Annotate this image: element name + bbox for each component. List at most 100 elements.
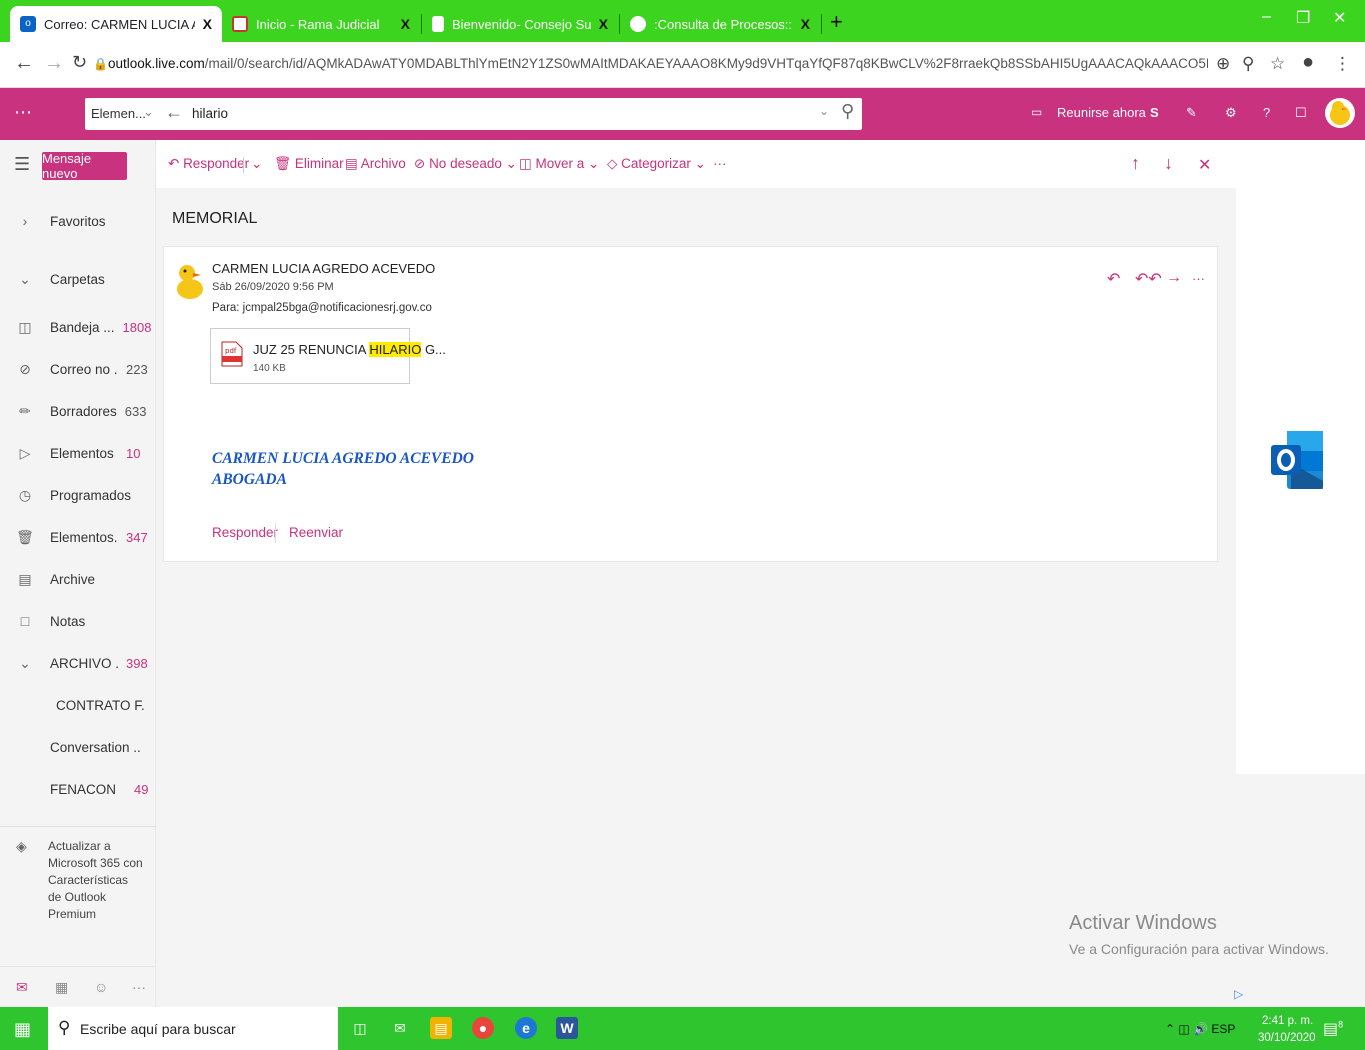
language-indicator[interactable]: ESP — [1211, 1022, 1235, 1036]
message-subject: MEMORIAL — [172, 210, 258, 227]
search-box[interactable]: Elemen... ⌄ ← hilario ⌄ ⚲ — [85, 98, 862, 130]
new-tab-button[interactable]: + — [830, 11, 843, 33]
more-actions-icon[interactable]: ··· — [1192, 271, 1205, 286]
tab-consulta-procesos[interactable]: :Consulta de Procesos:: Página P X — [620, 6, 820, 42]
chevron-down-icon[interactable]: ⌄ — [143, 104, 154, 120]
mail-app-icon[interactable]: ✉ — [389, 1017, 411, 1039]
lock-icon[interactable]: 🔒 — [93, 57, 108, 71]
skype-icon[interactable]: S — [1150, 105, 1159, 120]
profile-icon[interactable]: ● — [1302, 51, 1314, 74]
add-icon[interactable]: ⊕ — [1216, 54, 1230, 74]
tab-consejo-superior[interactable]: Bienvenido- Consejo Superior de X — [422, 6, 618, 42]
whats-new-icon[interactable]: ☐ — [1295, 105, 1307, 121]
arrow-up-icon[interactable]: ↑ — [1131, 153, 1140, 174]
close-tab-icon[interactable]: X — [401, 16, 410, 32]
notification-center-icon[interactable]: ▤8 — [1323, 1019, 1343, 1039]
search-scope[interactable]: Elemen... — [91, 106, 146, 121]
sidebar-item-conversation[interactable]: Conversation ... — [0, 730, 156, 764]
move-to-button[interactable]: ◫ Mover a ⌄ — [519, 156, 599, 172]
sender-name[interactable]: CARMEN LUCIA AGREDO ACEVEDO — [212, 261, 435, 276]
sidebar-item-junk[interactable]: ⊘ Correo no ... 223 — [0, 352, 156, 386]
arrow-down-icon[interactable]: ↓ — [1164, 153, 1173, 174]
clock-date[interactable]: 30/10/2020 — [1258, 1032, 1316, 1044]
calendar-icon[interactable]: ▦ — [55, 979, 68, 996]
chrome-icon[interactable]: ● — [472, 1017, 494, 1039]
settings-gear-icon[interactable]: ⚙ — [1225, 105, 1237, 121]
sidebar-item-deleted[interactable]: 🗑 Elementos... 347 — [0, 520, 156, 554]
chevron-down-icon[interactable]: ⌄ — [251, 156, 262, 172]
delete-label: Eliminar — [294, 156, 344, 171]
more-actions-icon[interactable]: ··· — [713, 156, 727, 171]
bookmark-star-icon[interactable]: ☆ — [1270, 54, 1285, 74]
archive-label: Archivo — [360, 156, 406, 171]
restore-icon[interactable]: ❐ — [1296, 8, 1310, 28]
sidebar-item-contrato[interactable]: CONTRATO F... — [0, 688, 156, 722]
search-icon[interactable]: ⚲ — [841, 101, 854, 122]
avatar[interactable] — [1325, 98, 1355, 128]
close-icon[interactable]: ✕ — [1198, 155, 1211, 175]
sidebar-item-drafts[interactable]: ✏ Borradores 633 — [0, 394, 156, 428]
tab-rama-judicial[interactable]: Inicio - Rama Judicial X — [222, 6, 420, 42]
activate-windows-title: Activar Windows — [1069, 912, 1217, 934]
tab-correo[interactable]: o Correo: CARMEN LUCIA AGREDO X — [10, 6, 222, 42]
sidebar-item-archivo[interactable]: ⌄ ARCHIVO ... 398 — [0, 646, 156, 680]
close-window-icon[interactable]: ✕ — [1333, 8, 1346, 28]
reply-all-icon[interactable]: ↶↶ — [1135, 269, 1162, 289]
close-tab-icon[interactable]: X — [801, 16, 810, 32]
close-tab-icon[interactable]: X — [599, 16, 608, 32]
task-view-icon[interactable]: ◫ — [349, 1017, 371, 1039]
people-icon[interactable]: ☺ — [94, 979, 108, 995]
video-icon[interactable]: ▭ — [1031, 105, 1042, 119]
more-apps-icon[interactable]: ··· — [132, 979, 146, 995]
hamburger-menu-icon[interactable]: ☰ — [14, 154, 30, 175]
reply-link[interactable]: Responder — [212, 525, 278, 540]
minimize-icon[interactable]: – — [1262, 8, 1271, 26]
file-explorer-icon[interactable]: ▤ — [430, 1017, 452, 1039]
upgrade-link[interactable]: Actualizar a Microsoft 365 con Caracterí… — [48, 838, 143, 923]
nav-favorites[interactable]: › Favoritos — [0, 204, 156, 238]
sidebar-item-inbox[interactable]: ◫ Bandeja ... 1808 — [0, 310, 156, 344]
edge-icon[interactable]: e — [515, 1017, 537, 1039]
forward-icon[interactable]: → — [44, 52, 64, 75]
junk-button[interactable]: ⊘ No deseado ⌄ — [414, 156, 517, 172]
sent-icon: ▷ — [19, 444, 31, 461]
back-arrow-icon[interactable]: ← — [165, 102, 183, 123]
browser-tab-strip: o Correo: CARMEN LUCIA AGREDO X Inicio -… — [0, 0, 1365, 42]
sidebar-item-fenacon[interactable]: FENACON 49 — [0, 772, 156, 806]
attachment-card[interactable]: pdf JUZ 25 RENUNCIA HILARIO G... 140 KB — [210, 328, 446, 384]
app-launcher-icon[interactable]: ⋯ — [14, 102, 32, 123]
chevron-down-icon[interactable]: ⌄ — [819, 104, 829, 118]
taskbar-search-input[interactable]: Escribe aquí para buscar — [80, 1021, 236, 1037]
forward-icon[interactable]: → — [1166, 269, 1182, 287]
sidebar-item-sent[interactable]: ▷ Elementos e... 10 — [0, 436, 156, 470]
meet-now-button[interactable]: Reunirse ahora — [1057, 105, 1146, 120]
unread-count: 10 — [126, 445, 141, 461]
clock-time[interactable]: 2:41 p. m. — [1262, 1015, 1313, 1027]
reply-button[interactable]: ↶ Responder — [168, 156, 249, 172]
sidebar-item-archive[interactable]: ▤ Archive — [0, 562, 156, 596]
sidebar-item-notes[interactable]: □ Notas — [0, 604, 156, 638]
back-icon[interactable]: ← — [14, 52, 34, 75]
address-bar[interactable]: outlook.live.com/mail/0/search/id/AQMkAD… — [108, 56, 1208, 71]
menu-dots-icon[interactable]: ⋮ — [1334, 54, 1351, 74]
help-icon[interactable]: ? — [1263, 105, 1270, 120]
delete-button[interactable]: 🗑 Eliminar — [274, 156, 344, 172]
search-input[interactable]: hilario — [192, 106, 228, 121]
archive-button[interactable]: ▤ Archivo — [345, 156, 406, 172]
nav-folders[interactable]: ⌄ Carpetas — [0, 262, 156, 296]
sidebar-item-scheduled[interactable]: ◷ Programados — [0, 478, 156, 512]
reply-icon[interactable]: ↶ — [1107, 269, 1120, 289]
zoom-icon[interactable]: ⚲ — [1242, 54, 1254, 74]
taskbar-search[interactable]: ⚲ Escribe aquí para buscar — [48, 1007, 338, 1050]
categorize-button[interactable]: ◇ Categorizar ⌄ — [607, 156, 706, 172]
system-tray[interactable]: ⌃ ◫ 🔊 ESP — [1165, 1022, 1235, 1036]
close-tab-icon[interactable]: X — [203, 16, 212, 32]
onenote-feed-icon[interactable]: ✎ — [1186, 105, 1197, 121]
new-message-button[interactable]: Mensaje nuevo — [42, 151, 127, 181]
word-icon[interactable]: W — [556, 1017, 578, 1039]
windows-taskbar: ▦ ⚲ Escribe aquí para buscar ◫ ✉ ▤ ● e W… — [0, 1007, 1365, 1050]
windows-start-icon[interactable]: ▦ — [14, 1019, 31, 1040]
mail-icon[interactable]: ✉ — [16, 979, 28, 996]
reload-icon[interactable]: ↻ — [72, 52, 87, 73]
forward-link[interactable]: Reenviar — [289, 525, 343, 540]
